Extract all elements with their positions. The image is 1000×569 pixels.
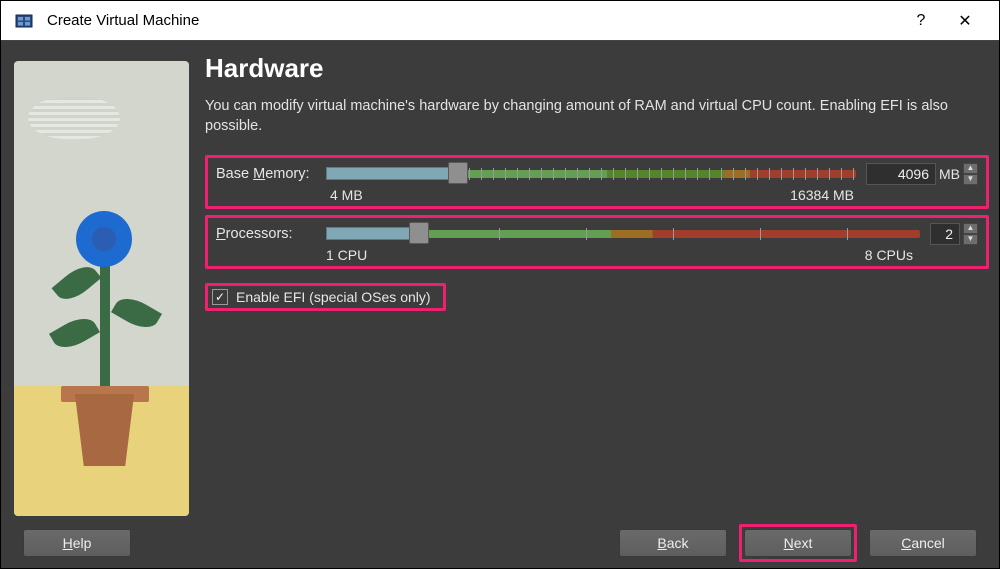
sidebar — [1, 41, 201, 518]
processor-label: Processors: — [216, 226, 316, 242]
memory-spin-down[interactable]: ▼ — [963, 174, 978, 185]
processor-input[interactable] — [930, 223, 960, 245]
cancel-button[interactable]: Cancel — [869, 529, 977, 557]
processor-group: Processors: ▲ ▼ — [205, 215, 989, 269]
close-icon[interactable]: ✕ — [943, 11, 987, 31]
dialog-body: Hardware You can modify virtual machine'… — [1, 41, 999, 518]
back-button[interactable]: Back — [619, 529, 727, 557]
slider-thumb[interactable] — [409, 222, 429, 244]
base-memory-slider[interactable] — [326, 165, 856, 183]
next-button-highlight: Next — [739, 524, 857, 562]
enable-efi-checkbox[interactable]: ✓ Enable EFI (special OSes only) — [205, 283, 446, 311]
memory-max-label: 16384 MB — [790, 187, 854, 203]
checkmark-icon: ✓ — [212, 289, 228, 305]
cpu-max-label: 8 CPUs — [865, 247, 913, 263]
help-button[interactable]: Help — [23, 529, 131, 557]
processor-slider[interactable] — [326, 225, 920, 243]
cpu-spin-up[interactable]: ▲ — [963, 223, 978, 234]
page-heading: Hardware — [205, 53, 989, 84]
cpu-spin-down[interactable]: ▼ — [963, 234, 978, 245]
titlebar: Create Virtual Machine ? ✕ — [1, 1, 999, 41]
memory-spin-up[interactable]: ▲ — [963, 163, 978, 174]
content-area: Hardware You can modify virtual machine'… — [201, 41, 999, 518]
base-memory-label: Base Memory: — [216, 166, 316, 182]
dialog-window: Create Virtual Machine ? ✕ Hardware You … — [0, 0, 1000, 569]
next-button[interactable]: Next — [744, 529, 852, 557]
memory-min-label: 4 MB — [330, 187, 363, 203]
footer: Help Back Next Cancel — [1, 518, 999, 568]
window-title: Create Virtual Machine — [47, 12, 899, 29]
page-description: You can modify virtual machine's hardwar… — [205, 96, 989, 137]
slider-thumb[interactable] — [448, 162, 468, 184]
base-memory-group: Base Memory: MB ▲ — [205, 155, 989, 209]
virtualbox-icon — [13, 10, 35, 32]
memory-unit: MB — [939, 166, 960, 182]
efi-label: Enable EFI (special OSes only) — [236, 289, 431, 305]
help-icon[interactable]: ? — [899, 12, 943, 30]
base-memory-input[interactable] — [866, 163, 936, 185]
wizard-illustration — [14, 61, 189, 516]
cpu-min-label: 1 CPU — [326, 247, 367, 263]
